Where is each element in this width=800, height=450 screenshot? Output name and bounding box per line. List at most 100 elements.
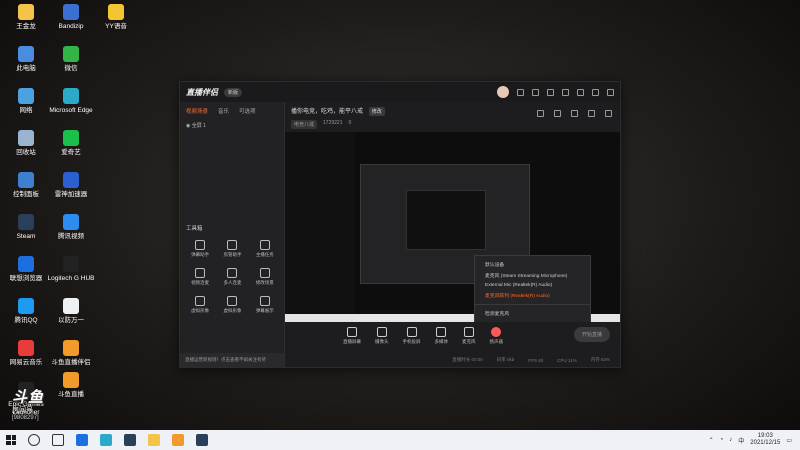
avatar[interactable] bbox=[497, 86, 509, 98]
audio-menu-item[interactable]: 检测麦克风 bbox=[475, 308, 590, 319]
ime-indicator[interactable]: 中 bbox=[738, 436, 744, 445]
room-title: 播你电竞，吃鸡，能平八戒 bbox=[291, 109, 364, 115]
desktop-icon[interactable]: YY语音 bbox=[90, 4, 142, 31]
desktop-icon[interactable]: Microsoft Edge bbox=[45, 88, 97, 115]
store-icon[interactable] bbox=[571, 110, 578, 117]
source-control[interactable]: 摄像头 bbox=[375, 327, 389, 345]
tool-item[interactable]: 房管助手 bbox=[216, 240, 248, 258]
eye-icon[interactable]: ◉ bbox=[186, 123, 190, 129]
desktop-icon[interactable]: 爱奇艺 bbox=[45, 130, 97, 157]
desktop-icon[interactable]: Logitech G HUB bbox=[45, 256, 97, 283]
live-companion-window: 直播伴侣 新版 视频场景 音乐 可选项 ◉ 全屏 1 工具箱 弹幕助手 房管助手 主… bbox=[179, 81, 621, 368]
audio-menu-item[interactable]: 麦克风 (Steam Streaming Microphone) bbox=[475, 270, 590, 281]
audio-menu-item[interactable]: External Mic (Realtek(R) Audio) bbox=[475, 281, 590, 290]
windows-taskbar: ⌃ ◔ ♪ 中 19:03 2021/12/15 ▭ bbox=[0, 430, 800, 450]
source-control[interactable]: 多媒体 bbox=[435, 327, 448, 345]
app-icon bbox=[18, 88, 34, 104]
taskbar-steam-icon[interactable] bbox=[118, 430, 142, 450]
tab-music[interactable]: 音乐 bbox=[218, 107, 229, 115]
room-header: 播你电竞，吃鸡，能平八戒 修改 电竞八戒 1729221 0 bbox=[285, 102, 620, 130]
desktop-icon[interactable]: 斗鱼直播伴侣 bbox=[45, 340, 97, 367]
network-icon[interactable]: ◔ bbox=[720, 437, 724, 443]
tool-item[interactable]: 主播任务 bbox=[249, 240, 281, 258]
version-badge[interactable]: 新版 bbox=[224, 87, 243, 97]
tool-icon bbox=[195, 296, 206, 306]
preview-desktop bbox=[285, 132, 355, 322]
app-icon bbox=[63, 88, 79, 104]
tab-options[interactable]: 可选项 bbox=[239, 107, 256, 115]
room-category[interactable]: 电竞八戒 bbox=[291, 120, 318, 129]
desktop-icon[interactable]: 以防万一 bbox=[45, 298, 97, 325]
edit-room-button[interactable]: 修改 bbox=[368, 107, 385, 116]
shop-icon[interactable] bbox=[554, 110, 561, 117]
clock[interactable]: 19:03 2021/12/15 bbox=[750, 433, 780, 447]
start-live-button[interactable]: 开始直播 bbox=[573, 327, 610, 342]
mail-icon[interactable] bbox=[532, 88, 539, 96]
chevron-up-icon[interactable]: ⌃ bbox=[709, 437, 714, 444]
taskbar-steam-2-icon[interactable] bbox=[190, 430, 214, 450]
app-icon bbox=[18, 214, 34, 230]
tool-label: 虚拟形象 bbox=[191, 308, 210, 313]
source-control[interactable]: 扬声器 bbox=[489, 327, 504, 345]
tool-item[interactable]: 修改场景 bbox=[249, 268, 281, 286]
start-button[interactable] bbox=[0, 430, 22, 450]
maximize-icon[interactable] bbox=[592, 88, 599, 96]
desktop-icon-label: 以防万一 bbox=[58, 317, 84, 324]
source-control[interactable]: 麦克风 bbox=[462, 327, 476, 345]
desktop-icon-label: 斗鱼直播伴侣 bbox=[51, 359, 91, 366]
taskbar-app-glyph bbox=[148, 434, 160, 446]
tool-label: 视频连麦 bbox=[191, 280, 210, 285]
tool-item[interactable]: 虚拟形象 bbox=[184, 296, 216, 314]
tool-item[interactable]: 弹幕助手 bbox=[184, 240, 216, 258]
audio-menu-item[interactable]: 麦克风阵列 (Realtek(R) Audio) bbox=[475, 290, 590, 301]
title-bar: 直播伴侣 新版 bbox=[180, 82, 620, 102]
app-icon bbox=[108, 4, 124, 20]
desktop-icon-label: 爱奇艺 bbox=[61, 149, 81, 156]
settings-icon[interactable] bbox=[547, 88, 554, 96]
tool-item[interactable]: 视频连麦 bbox=[184, 268, 216, 286]
tool-item[interactable]: 弹幕展示 bbox=[249, 296, 281, 314]
tools-title: 工具箱 bbox=[186, 226, 203, 232]
menu-icon[interactable] bbox=[562, 88, 569, 96]
taskbar-task-view-icon[interactable] bbox=[46, 430, 70, 450]
desktop-icon-label: 腾讯视频 bbox=[58, 233, 84, 240]
desktop-icon[interactable]: 雷神加速器 bbox=[45, 172, 97, 199]
room-id: 1729221 bbox=[323, 120, 343, 126]
volume-icon[interactable]: ♪ bbox=[729, 437, 732, 443]
system-tray: ⌃ ◔ ♪ 中 19:03 2021/12/15 ▭ bbox=[709, 433, 800, 447]
tool-item[interactable]: 虚拟形象 bbox=[216, 296, 248, 314]
gift-icon[interactable] bbox=[537, 110, 544, 117]
app-icon bbox=[63, 46, 79, 62]
tool-item[interactable]: 多人连麦 bbox=[216, 268, 248, 286]
status-bar: 直播时长 00:00 码率 0kb FPS 60 CPU 11% 内存 63% bbox=[285, 353, 620, 367]
tab-scenes[interactable]: 视频场景 bbox=[186, 107, 208, 115]
notification-icon[interactable]: ▭ bbox=[786, 437, 792, 444]
control-label: 麦克风 bbox=[462, 339, 476, 344]
menu-separator bbox=[475, 304, 590, 305]
bell-icon[interactable] bbox=[588, 110, 595, 117]
desktop-icon[interactable]: 微信 bbox=[45, 46, 97, 73]
control-label: 扬声器 bbox=[489, 339, 504, 344]
taskbar-edge-icon[interactable] bbox=[94, 430, 118, 450]
close-icon[interactable] bbox=[607, 88, 614, 96]
stream-preview[interactable]: 默认设备 麦克风 (Steam Streaming Microphone) Exte… bbox=[285, 132, 620, 322]
share-icon[interactable] bbox=[605, 110, 612, 117]
minimize-icon[interactable] bbox=[577, 88, 584, 96]
taskbar-lenovo-browser-icon[interactable] bbox=[70, 430, 94, 450]
audio-menu-item[interactable]: 默认设备 bbox=[475, 259, 590, 270]
taskbar-app-glyph bbox=[196, 434, 208, 446]
desktop-icon[interactable]: 腾讯视频 bbox=[45, 214, 97, 241]
announcement[interactable]: 直播运营新规则！点击查看不如关注有奖 bbox=[180, 353, 284, 367]
scene-label: 全屏 1 bbox=[191, 123, 206, 129]
scene-item[interactable]: ◉ 全屏 1 bbox=[180, 120, 284, 131]
taskbar-search-icon[interactable] bbox=[22, 430, 46, 450]
control-icon bbox=[463, 327, 474, 337]
source-control[interactable]: 手机投屏 bbox=[403, 327, 421, 345]
screenshot-icon[interactable] bbox=[517, 88, 524, 96]
taskbar-file-explorer-icon[interactable] bbox=[142, 430, 166, 450]
source-control[interactable]: 直播屏幕 bbox=[343, 327, 361, 345]
control-label: 直播屏幕 bbox=[343, 339, 361, 344]
windows-icon bbox=[6, 435, 16, 445]
taskbar-douyu-icon[interactable] bbox=[166, 430, 190, 450]
douyu-watermark: 斗鱼 房间号 [9808297] bbox=[12, 386, 62, 430]
